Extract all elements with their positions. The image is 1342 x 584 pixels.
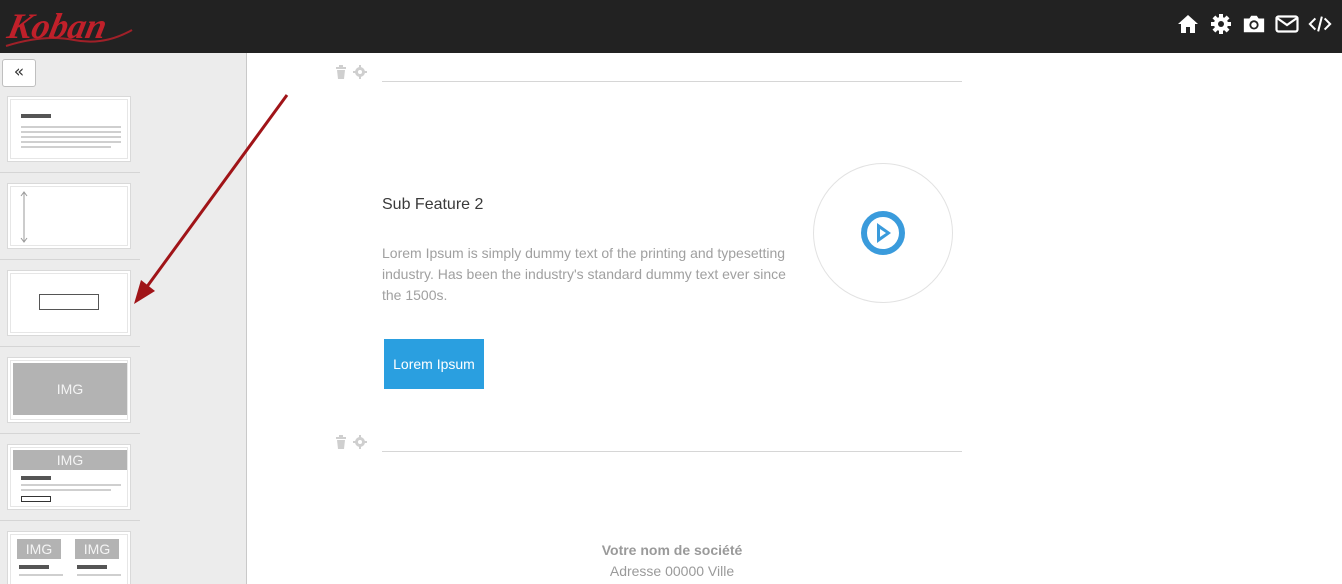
image-placeholder: IMG [13, 363, 127, 415]
button-outline [39, 294, 99, 310]
trash-icon[interactable] [335, 435, 347, 449]
block-thumb-text[interactable] [7, 96, 131, 162]
email-canvas: Sub Feature 2 Lorem Ipsum is simply dumm… [248, 53, 1342, 584]
toolbar [1176, 10, 1332, 38]
blocks-sidebar: « IMG IMG IMG IMG [0, 53, 247, 584]
logo-text: Koban [4, 6, 111, 46]
block-thumb-button[interactable] [7, 270, 131, 336]
feature-text: Lorem Ipsum is simply dummy text of the … [382, 245, 786, 303]
trash-icon[interactable] [335, 65, 347, 79]
code-icon[interactable] [1308, 12, 1332, 36]
koban-logo[interactable]: Koban [3, 0, 134, 53]
collapse-sidebar-button[interactable]: « [2, 59, 36, 87]
gear-icon[interactable] [353, 65, 367, 79]
feature-cta-button[interactable]: Lorem Ipsum [384, 339, 484, 389]
row-tools-top [335, 65, 367, 79]
footer-address: Adresse 00000 Ville [609, 563, 735, 579]
gear-icon[interactable] [353, 435, 367, 449]
home-icon[interactable] [1176, 12, 1200, 36]
envelope-icon[interactable] [1275, 12, 1299, 36]
gear-icon[interactable] [1209, 12, 1233, 36]
block-thumb-image-text[interactable]: IMG [7, 444, 131, 510]
block-thumb-spacer[interactable] [7, 183, 131, 249]
block-thumb-two-columns[interactable]: IMG IMG [7, 531, 131, 584]
image-placeholder: IMG [13, 450, 127, 470]
footer-company-name: Votre nom de société [601, 542, 743, 558]
row-divider [382, 451, 962, 452]
feature-icon-circle [813, 163, 953, 303]
play-circle-icon [861, 211, 905, 255]
vertical-arrow-icon [20, 191, 28, 243]
camera-icon[interactable] [1242, 12, 1266, 36]
row-divider [382, 81, 962, 82]
image-placeholder-left: IMG [17, 539, 61, 559]
row-tools-bottom [335, 435, 367, 449]
image-placeholder-right: IMG [75, 539, 119, 559]
block-thumb-image[interactable]: IMG [7, 357, 131, 423]
feature-title: Sub Feature 2 [382, 196, 484, 213]
top-bar: Koban [0, 0, 1342, 53]
